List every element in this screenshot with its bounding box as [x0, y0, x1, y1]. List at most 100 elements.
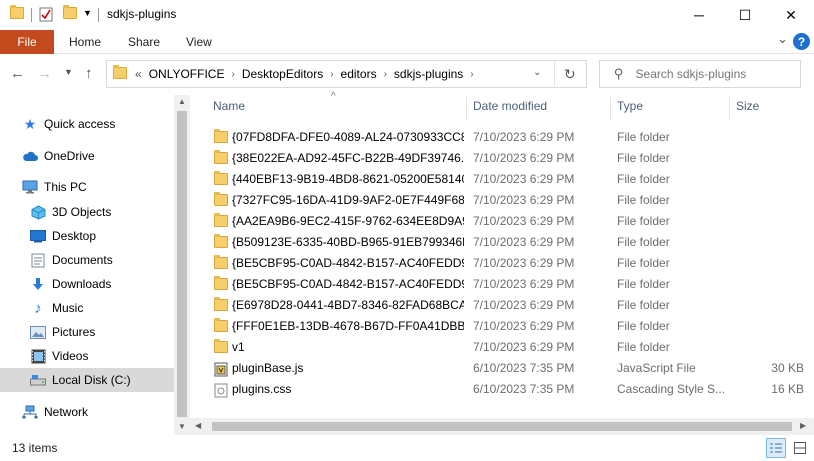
- details-view-icon[interactable]: [766, 438, 786, 458]
- folder-icon: [214, 150, 228, 167]
- column-header-size[interactable]: Size: [736, 99, 759, 113]
- sort-ascending-icon: ^: [331, 91, 336, 102]
- file-date: 7/10/2023 6:29 PM: [473, 235, 575, 249]
- file-row[interactable]: {AA2EA9B6-9EC2-415F-9762-634EE8D9A9... 7/…: [212, 211, 812, 232]
- file-date: 7/10/2023 6:29 PM: [473, 193, 575, 207]
- file-row[interactable]: {BE5CBF95-C0AD-4842-B157-AC40FEDD9... 7/1…: [212, 274, 812, 295]
- column-header-type[interactable]: Type: [617, 99, 643, 113]
- scroll-left-icon[interactable]: ◀: [195, 421, 201, 430]
- chevron-right-icon[interactable]: ›: [231, 69, 234, 80]
- file-type: File folder: [617, 277, 670, 291]
- refresh-icon[interactable]: ↻: [564, 66, 576, 83]
- back-arrow-icon[interactable]: ←: [10, 65, 25, 82]
- item-count: 13 items: [12, 441, 58, 455]
- file-row[interactable]: {7327FC95-16DA-41D9-9AF2-0E7F449F68... 7/…: [212, 190, 812, 211]
- file-row[interactable]: {440EBF13-9B19-4BD8-8621-05200E58140B} 7/…: [212, 169, 812, 190]
- new-folder-icon[interactable]: [63, 5, 77, 19]
- help-icon[interactable]: ?: [793, 33, 810, 50]
- sidebar-item-onedrive[interactable]: OneDrive: [0, 144, 174, 168]
- file-row[interactable]: {E6978D28-0441-4BD7-8346-82FAD68BCA... 7/…: [212, 295, 812, 316]
- status-bar: 13 items: [0, 435, 814, 461]
- scroll-up-icon[interactable]: ▲: [178, 97, 186, 106]
- column-divider[interactable]: [729, 97, 730, 121]
- address-bar[interactable]: « ONLYOFFICE › DesktopEditors › editors …: [106, 60, 587, 88]
- javascript-file-icon: [214, 362, 228, 380]
- tab-home[interactable]: Home: [69, 35, 101, 49]
- column-header-name[interactable]: Name: [213, 99, 245, 113]
- file-name: {AA2EA9B6-9EC2-415F-9762-634EE8D9A9...: [232, 214, 464, 228]
- sidebar-item-videos[interactable]: Videos: [0, 344, 174, 368]
- breadcrumb-editors[interactable]: editors: [341, 67, 377, 81]
- scrollbar-thumb[interactable]: [212, 422, 792, 431]
- file-date: 7/10/2023 6:29 PM: [473, 214, 575, 228]
- sidebar-item-local-disk[interactable]: Local Disk (C:): [0, 368, 174, 392]
- file-row[interactable]: {38E022EA-AD92-45FC-B22B-49DF39746... 7/1…: [212, 148, 812, 169]
- sidebar-item-network[interactable]: Network: [0, 400, 174, 424]
- file-type: File folder: [617, 172, 670, 186]
- sidebar-item-music[interactable]: ♪ Music: [0, 296, 174, 320]
- tab-file[interactable]: File: [0, 30, 54, 54]
- forward-arrow-icon[interactable]: →: [37, 65, 52, 82]
- file-row[interactable]: {BE5CBF95-C0AD-4842-B157-AC40FEDD9... 7/1…: [212, 253, 812, 274]
- sidebar-item-quick-access[interactable]: ★ Quick access: [0, 112, 174, 136]
- video-icon: [30, 349, 46, 363]
- file-row[interactable]: plugins.css 6/10/2023 7:35 PM Cascading St…: [212, 379, 812, 400]
- breadcrumb-sdkjs-plugins[interactable]: sdkjs-plugins: [394, 67, 463, 81]
- scroll-down-icon[interactable]: ▼: [178, 422, 186, 431]
- file-row[interactable]: {FFF0E1EB-13DB-4678-B67D-FF0A41DBB... 7/1…: [212, 316, 812, 337]
- search-input[interactable]: [635, 67, 796, 81]
- file-type: File folder: [617, 298, 670, 312]
- file-type: File folder: [617, 151, 670, 165]
- folder-icon: [214, 339, 228, 356]
- file-row[interactable]: v1 7/10/2023 6:29 PM File folder: [212, 337, 812, 358]
- recent-locations-icon[interactable]: ▼: [64, 67, 73, 77]
- file-name: {BE5CBF95-C0AD-4842-B157-AC40FEDD9...: [232, 277, 464, 291]
- breadcrumb-desktopeditors[interactable]: DesktopEditors: [242, 67, 323, 81]
- expand-ribbon-icon[interactable]: ⌄: [777, 31, 788, 47]
- breadcrumb-onlyoffice[interactable]: ONLYOFFICE: [149, 67, 225, 81]
- file-date: 6/10/2023 7:35 PM: [473, 382, 575, 396]
- sidebar-item-this-pc[interactable]: This PC: [0, 175, 174, 199]
- file-name: {B509123E-6335-40BD-B965-91EB799346E3}: [232, 235, 464, 249]
- sidebar-item-pictures[interactable]: Pictures: [0, 320, 174, 344]
- navigation-bar: ← → ▼ ↑ « ONLYOFFICE › DesktopEditors › …: [0, 55, 814, 93]
- sidebar-item-desktop[interactable]: Desktop: [0, 224, 174, 248]
- properties-icon[interactable]: [39, 7, 53, 22]
- address-dropdown-icon[interactable]: ⌄: [533, 67, 541, 78]
- close-button[interactable]: ✕: [768, 0, 814, 30]
- folder-icon: [214, 129, 228, 146]
- tab-share[interactable]: Share: [128, 35, 160, 49]
- breadcrumb-overflow[interactable]: «: [135, 67, 142, 81]
- chevron-right-icon[interactable]: ›: [330, 69, 333, 80]
- sidebar-item-downloads[interactable]: Downloads: [0, 272, 174, 296]
- file-list: ^ Name Date modified Type Size {07FD8DFA…: [204, 91, 814, 435]
- folder-icon: [214, 297, 228, 314]
- column-divider[interactable]: [466, 97, 467, 121]
- file-row[interactable]: pluginBase.js 6/10/2023 7:35 PM JavaScript…: [212, 358, 812, 379]
- minimize-button[interactable]: ─: [676, 0, 722, 30]
- search-icon: ⚲: [614, 66, 624, 81]
- scroll-right-icon[interactable]: ▶: [800, 421, 806, 430]
- scrollbar-thumb[interactable]: [177, 111, 187, 417]
- horizontal-scrollbar[interactable]: ◀ ▶: [190, 418, 814, 435]
- file-name: {7327FC95-16DA-41D9-9AF2-0E7F449F68...: [232, 193, 464, 207]
- file-row[interactable]: {B509123E-6335-40BD-B965-91EB799346E3} 7/…: [212, 232, 812, 253]
- tab-view[interactable]: View: [186, 35, 212, 49]
- search-box[interactable]: ⚲: [599, 60, 801, 88]
- sidebar-item-3d-objects[interactable]: 3D Objects: [0, 200, 174, 224]
- file-type: File folder: [617, 319, 670, 333]
- chevron-right-icon[interactable]: ›: [384, 69, 387, 80]
- chevron-right-icon[interactable]: ›: [470, 69, 473, 80]
- column-header-date[interactable]: Date modified: [473, 99, 547, 113]
- file-type: File folder: [617, 130, 670, 144]
- drive-icon: [30, 373, 46, 387]
- up-arrow-icon[interactable]: ↑: [85, 65, 93, 82]
- divider: [98, 8, 99, 22]
- customize-toolbar-icon[interactable]: ▼: [83, 8, 92, 18]
- nav-scrollbar[interactable]: ▲ ▼: [174, 95, 190, 435]
- large-icons-view-icon[interactable]: [792, 440, 808, 456]
- maximize-button[interactable]: ☐: [722, 0, 768, 30]
- file-row[interactable]: {07FD8DFA-DFE0-4089-AL24-0730933CC8... 7/…: [212, 127, 812, 148]
- sidebar-item-documents[interactable]: Documents: [0, 248, 174, 272]
- column-divider[interactable]: [610, 97, 611, 121]
